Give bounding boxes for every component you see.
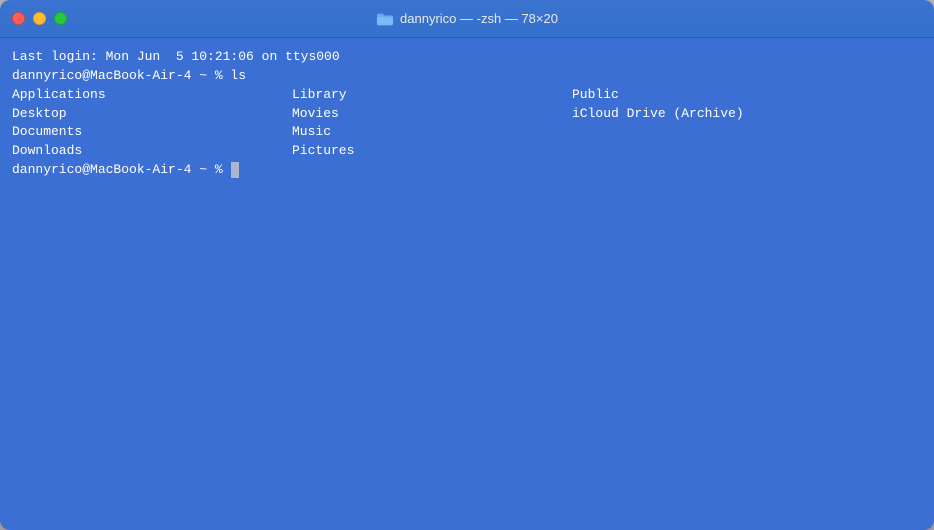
terminal-body[interactable]: Last login: Mon Jun 5 10:21:06 on ttys00… (0, 38, 934, 530)
ls-output: Applications Library Public Desktop Movi… (12, 86, 922, 161)
ls-applications: Applications (12, 86, 292, 105)
close-button[interactable] (12, 12, 25, 25)
traffic-lights (12, 12, 67, 25)
ls-movies: Movies (292, 105, 572, 124)
folder-icon (376, 12, 394, 26)
minimize-button[interactable] (33, 12, 46, 25)
terminal-window: dannyrico — -zsh — 78×20 Last login: Mon… (0, 0, 934, 530)
ls-library: Library (292, 86, 572, 105)
ls-public: Public (572, 86, 922, 105)
login-line: Last login: Mon Jun 5 10:21:06 on ttys00… (12, 48, 922, 67)
ls-desktop: Desktop (12, 105, 292, 124)
title-text: dannyrico — -zsh — 78×20 (400, 11, 558, 26)
prompt-text: dannyrico@MacBook-Air-4 ~ % (12, 161, 230, 180)
ls-music: Music (292, 123, 572, 142)
cursor (231, 162, 239, 178)
maximize-button[interactable] (54, 12, 67, 25)
ls-documents: Documents (12, 123, 292, 142)
ls-downloads: Downloads (12, 142, 292, 161)
ls-icloud: iCloud Drive (Archive) (572, 105, 922, 124)
titlebar: dannyrico — -zsh — 78×20 (0, 0, 934, 38)
ls-empty-3 (572, 123, 922, 142)
prompt-line[interactable]: dannyrico@MacBook-Air-4 ~ % (12, 161, 922, 180)
ls-pictures: Pictures (292, 142, 572, 161)
command-ls-line: dannyrico@MacBook-Air-4 ~ % ls (12, 67, 922, 86)
ls-empty-4 (572, 142, 922, 161)
window-title: dannyrico — -zsh — 78×20 (376, 11, 558, 26)
